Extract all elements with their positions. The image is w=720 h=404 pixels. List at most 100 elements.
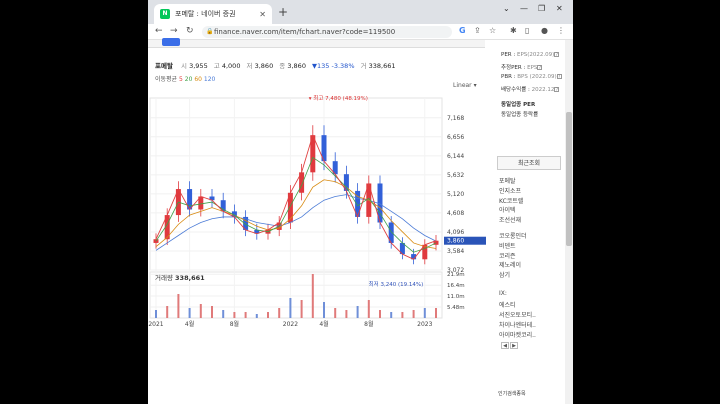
page-scrollbar[interactable] — [565, 40, 573, 404]
related-item[interactable]: 서진오토모티.. — [499, 310, 536, 319]
chart-toolbar-strip — [148, 38, 485, 48]
close-tab-icon[interactable]: ✕ — [259, 10, 266, 19]
minimize-button[interactable]: — — [520, 4, 528, 13]
reload-button[interactable]: ↻ — [186, 26, 194, 36]
right-panel: PER : EPS(2022.09)? 추정PER : EPS? PBR : BPS… — [495, 40, 562, 404]
price-plot-area — [149, 97, 443, 271]
volume-bar — [177, 294, 180, 318]
help-icon[interactable]: ? — [554, 52, 560, 57]
price-tick-label: 4,096 — [447, 229, 464, 236]
popular-search-label: 인기검색종목 — [498, 391, 526, 397]
help-icon[interactable]: ? — [537, 65, 543, 70]
volume-bar — [412, 310, 415, 318]
x-tick-label: 2023 — [417, 321, 432, 328]
volume-bar — [356, 306, 359, 318]
volume-bar — [300, 300, 303, 318]
change-value: ▼135 -3.38% — [312, 62, 355, 70]
new-tab-button[interactable]: + — [278, 5, 288, 19]
volume-bar — [379, 310, 381, 318]
related-item[interactable]: IX: — [499, 290, 507, 297]
recent-item[interactable]: 인지소프 — [499, 186, 521, 195]
volume-bar — [244, 312, 247, 318]
volume-bar — [188, 308, 191, 318]
metric-label: 배당수익률 : — [501, 87, 532, 93]
volume-bar — [267, 312, 269, 318]
naver-favicon-icon: N — [160, 9, 170, 19]
volume-bar — [423, 308, 426, 318]
open-value: 3,955 — [189, 62, 208, 70]
google-icon[interactable]: G — [459, 26, 466, 35]
recent-item[interactable]: KC코트렐 — [499, 196, 523, 205]
volume-tick-label: 16.4m — [447, 283, 465, 289]
sidebar-icon[interactable]: ▯ — [525, 26, 529, 35]
scale-select[interactable]: Linear ▾ — [453, 82, 477, 89]
volume-tick-label: 5.48m — [447, 305, 465, 311]
profile-avatar-icon[interactable]: ● — [541, 26, 548, 35]
recent-item[interactable]: 비덴트 — [499, 241, 516, 250]
x-tick-label: 8월 — [364, 320, 373, 328]
metric-label: 추정PER : — [501, 65, 528, 71]
forward-button[interactable]: → — [170, 26, 178, 36]
volume-bar — [155, 310, 157, 318]
chart-type-button[interactable] — [162, 38, 180, 46]
back-button[interactable]: ← — [155, 26, 163, 36]
close-label: 종 — [279, 62, 286, 70]
tab-search-icon[interactable]: ⌄ — [503, 4, 510, 13]
active-tab[interactable]: N 포메탈 : 네이버 증권 ✕ — [154, 4, 272, 24]
help-icon[interactable]: ? — [556, 74, 562, 79]
low-value: 3,860 — [254, 62, 274, 70]
volume-bar — [233, 312, 236, 318]
maximize-button[interactable]: ❐ — [538, 4, 545, 13]
scroll-thumb[interactable] — [566, 112, 572, 246]
x-tick-label: 4월 — [319, 320, 328, 328]
extensions-puzzle-icon[interactable]: ✱ — [510, 26, 517, 35]
metric-label: PER : — [501, 52, 517, 58]
volume-bar — [367, 300, 370, 318]
related-item[interactable]: 에스티 — [499, 300, 516, 309]
price-tick-label: 6,144 — [447, 153, 464, 160]
recent-item[interactable]: 제노레이 — [499, 260, 521, 269]
ma20-label: 20 — [184, 76, 193, 83]
bookmark-star-icon[interactable]: ☆ — [489, 26, 496, 35]
volume-bar — [211, 306, 213, 318]
metric-sub: BPS (2022.09) — [517, 74, 557, 80]
same-sector-per: 동일업종 PER — [501, 102, 536, 108]
close-value: 3,860 — [287, 62, 306, 70]
recent-item[interactable]: 포메탈 — [499, 176, 516, 185]
volume-bar — [289, 298, 292, 318]
page-content: 포메탈 시 3,955 고 4,000 저 3,860 종 3,860 ▼135… — [148, 38, 573, 404]
ma5-label: 5 — [179, 76, 183, 83]
price-tick-label: 5,632 — [447, 172, 464, 179]
menu-kebab-icon[interactable]: ⋮ — [557, 26, 565, 35]
prev-page-button[interactable]: ◀ — [501, 342, 509, 349]
volume-title-label: 거래량 — [155, 274, 173, 282]
volume-bar — [166, 306, 169, 318]
browser-toolbar: ← → ↻ 🔒 finance.naver.com/item/fchart.na… — [148, 24, 573, 40]
share-icon[interactable]: ⇪ — [474, 26, 481, 35]
related-item[interactable]: 차이나엔터테.. — [499, 320, 536, 329]
related-item[interactable]: 아이마켓코리.. — [499, 330, 536, 339]
volume-bar — [435, 308, 437, 318]
recent-viewed-header[interactable]: 최근조회 — [497, 156, 561, 170]
volume-bar — [311, 274, 314, 318]
recent-item[interactable]: 조선선재 — [499, 215, 521, 224]
high-value: 4,000 — [221, 62, 241, 70]
volume-bar — [222, 310, 225, 318]
recent-item[interactable]: 삼기 — [499, 270, 510, 279]
price-tick-label: 7,168 — [447, 115, 464, 122]
volume-bar — [278, 308, 281, 318]
close-window-button[interactable]: ✕ — [556, 4, 563, 13]
address-bar[interactable]: 🔒 finance.naver.com/item/fchart.naver?co… — [202, 26, 452, 38]
recent-item[interactable]: 아이텍 — [499, 205, 516, 214]
help-icon[interactable]: ? — [554, 87, 560, 92]
volume-bar — [323, 302, 325, 318]
ma60-label: 60 — [194, 76, 202, 83]
x-tick-label: 4월 — [185, 320, 194, 328]
recent-item[interactable]: 코오롱인더 — [499, 231, 527, 240]
stock-chart[interactable]: 7,168 6,656 6,144 5,632 5,120 4,608 4,096 3,584… — [148, 90, 488, 328]
low-label: 저 — [246, 62, 253, 70]
last-price-badge-text: 3,860 — [447, 238, 464, 245]
next-page-button[interactable]: ▶ — [510, 342, 518, 349]
recent-item[interactable]: 코리즌 — [499, 251, 516, 260]
volume-tick-label: 21.9m — [447, 272, 465, 278]
